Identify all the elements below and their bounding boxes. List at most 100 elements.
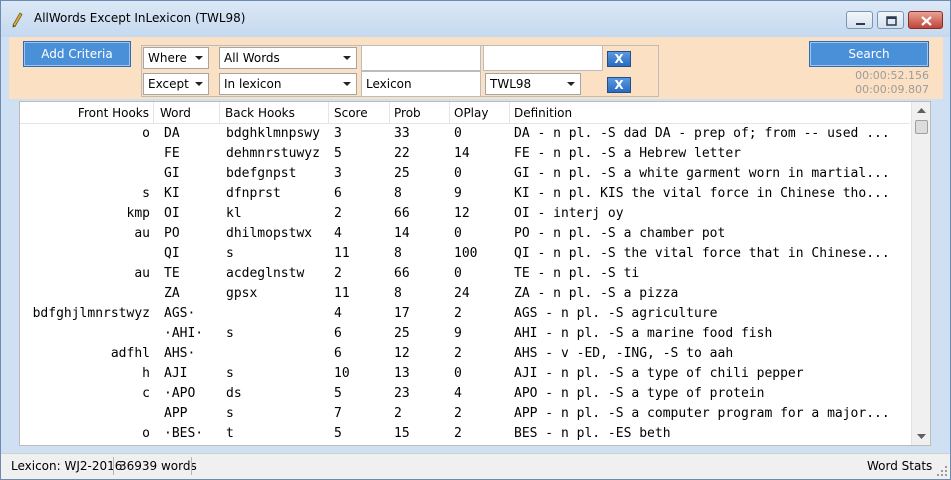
add-criteria-button[interactable]: Add Criteria xyxy=(23,41,131,67)
cell-oplay: 9 xyxy=(454,326,462,341)
cell-prob: 66 xyxy=(394,206,410,221)
table-row[interactable]: c ·APO ds 5 23 4 APO - n pl. -S a type of prot… xyxy=(20,384,910,404)
table-row[interactable]: o ·BES· t 5 15 2 BES - n pl. -ES beth xyxy=(20,424,910,444)
table-row[interactable]: ·AHI· s 6 25 9 AHI - n pl. -S a marine food f… xyxy=(20,324,910,344)
header-word[interactable]: Word xyxy=(156,102,220,124)
value1-input-2[interactable]: Lexicon xyxy=(361,71,481,97)
cell-word: FE xyxy=(164,146,180,161)
cell-score: 2 xyxy=(334,266,342,281)
cell-front-hooks: o xyxy=(142,426,150,441)
value1-input-1[interactable] xyxy=(361,45,481,71)
cell-definition: AHI - n pl. -S a marine food fish xyxy=(514,326,773,341)
scroll-down-icon[interactable] xyxy=(912,428,930,445)
cell-oplay: 24 xyxy=(454,286,470,301)
vertical-scrollbar[interactable] xyxy=(911,102,930,445)
cell-oplay: 12 xyxy=(454,206,470,221)
app-window: AllWords Except InLexicon (TWL98) Add Cr… xyxy=(0,0,951,480)
header-score[interactable]: Score xyxy=(330,102,390,124)
header-definition[interactable]: Definition xyxy=(510,102,910,124)
cell-word: GI xyxy=(164,166,180,181)
value1-input-2-value: Lexicon xyxy=(366,77,412,91)
cell-score: 4 xyxy=(334,226,342,241)
header-front-hooks[interactable]: Front Hooks xyxy=(20,102,154,124)
cell-word: ·BES· xyxy=(164,426,204,441)
clause-select-1[interactable]: Where xyxy=(143,47,209,69)
scroll-up-icon[interactable] xyxy=(912,102,930,119)
table-row[interactable]: ZA gpsx 11 8 24 ZA - n pl. -S a pizza xyxy=(20,284,910,304)
table-row[interactable]: QI s 11 8 100 QI - n pl. -S the vital force t… xyxy=(20,244,910,264)
cell-definition: APP - n pl. -S a computer program for a … xyxy=(514,406,890,421)
cell-prob: 8 xyxy=(394,246,402,261)
table-row[interactable]: h AJI s 10 13 0 AJI - n pl. -S a type of chili… xyxy=(20,364,910,384)
cell-prob: 13 xyxy=(394,366,410,381)
pencil-icon xyxy=(10,10,24,28)
remove-criteria-button-1[interactable]: X xyxy=(607,51,631,67)
header-oplay[interactable]: OPlay xyxy=(450,102,510,124)
word-stats-link[interactable]: Word Stats xyxy=(863,457,936,475)
cell-front-hooks: kmp xyxy=(126,206,150,221)
remove-criteria-button-2[interactable]: X xyxy=(607,77,631,93)
chevron-down-icon xyxy=(343,82,351,86)
cell-back-hooks: dhilmopstwx xyxy=(226,226,313,241)
cell-oplay: 0 xyxy=(454,226,462,241)
resize-grip-icon[interactable] xyxy=(936,465,948,477)
chevron-down-icon xyxy=(343,56,351,60)
timer-last: 00:00:09.807 xyxy=(855,83,929,96)
cell-prob: 25 xyxy=(394,166,410,181)
status-divider xyxy=(191,457,192,475)
cell-front-hooks: bdfghjlmnrstwyz xyxy=(32,306,150,321)
cell-back-hooks: acdeglnstw xyxy=(226,266,305,281)
cell-prob: 33 xyxy=(394,126,410,141)
field-select-2[interactable]: In lexicon xyxy=(219,73,357,95)
status-bar: Lexicon: WJ2-2016 36939 words Word Stats xyxy=(1,453,950,479)
cell-word: APP xyxy=(164,406,188,421)
cell-word: ZA xyxy=(164,286,180,301)
cell-definition: AHS - v -ED, -ING, -S to aah xyxy=(514,346,734,361)
table-row[interactable]: o DA bdghklmnpswy 3 33 0 DA - n pl. -S dad DA … xyxy=(20,124,910,144)
scroll-thumb[interactable] xyxy=(915,120,928,134)
cell-back-hooks: bdghklmnpswy xyxy=(226,126,320,141)
field-select-1-value: All Words xyxy=(224,51,280,65)
clause-select-1-value: Where xyxy=(148,51,187,65)
value2-input-1[interactable] xyxy=(483,45,603,71)
chevron-down-icon xyxy=(567,82,575,86)
cell-prob: 8 xyxy=(394,186,402,201)
table-row[interactable]: GI bdefgnpst 3 25 0 GI - n pl. -S a white gar… xyxy=(20,164,910,184)
header-back-hooks[interactable]: Back Hooks xyxy=(221,102,329,124)
cell-back-hooks: ds xyxy=(226,386,242,401)
minimize-button[interactable] xyxy=(846,11,873,29)
maximize-button[interactable] xyxy=(877,11,904,29)
table-row[interactable]: FE dehmnrstuwyz 5 22 14 FE - n pl. -S a Hebre… xyxy=(20,144,910,164)
cell-score: 3 xyxy=(334,126,342,141)
cell-oplay: 0 xyxy=(454,126,462,141)
table-row[interactable]: bdfghjlmnrstwyz AGS· 4 17 2 AGS - n pl. -S ag… xyxy=(20,304,910,324)
table-row[interactable]: au TE acdeglnstw 2 66 0 TE - n pl. -S ti xyxy=(20,264,910,284)
cell-score: 6 xyxy=(334,186,342,201)
close-button[interactable] xyxy=(908,11,943,29)
clause-select-2[interactable]: Except xyxy=(143,73,209,95)
cell-back-hooks: bdefgnpst xyxy=(226,166,297,181)
header-prob[interactable]: Prob xyxy=(390,102,450,124)
table-row[interactable]: adfhl AHS· 6 12 2 AHS - v -ED, -ING, -S to aa… xyxy=(20,344,910,364)
cell-front-hooks: o xyxy=(142,126,150,141)
cell-oplay: 4 xyxy=(454,386,462,401)
table-row[interactable]: kmp OI kl 2 66 12 OI - interj oy xyxy=(20,204,910,224)
table-row[interactable]: APP s 7 2 2 APP - n pl. -S a computer program… xyxy=(20,404,910,424)
title-bar[interactable]: AllWords Except InLexicon (TWL98) xyxy=(1,1,950,37)
table-row[interactable]: au PO dhilmopstwx 4 14 0 PO - n pl. -S a chamb… xyxy=(20,224,910,244)
chevron-down-icon xyxy=(195,56,203,60)
cell-definition: FE - n pl. -S a Hebrew letter xyxy=(514,146,741,161)
table-row[interactable]: s KI dfnprst 6 8 9 KI - n pl. KIS the vital fo… xyxy=(20,184,910,204)
field-select-1[interactable]: All Words xyxy=(219,47,357,69)
cell-oplay: 0 xyxy=(454,166,462,181)
lexicon-select[interactable]: TWL98 xyxy=(485,73,581,95)
cell-front-hooks: au xyxy=(134,266,150,281)
cell-word: ·APO xyxy=(164,386,196,401)
cell-prob: 66 xyxy=(394,266,410,281)
cell-oplay: 2 xyxy=(454,306,462,321)
cell-back-hooks: dehmnrstuwyz xyxy=(226,146,320,161)
cell-prob: 15 xyxy=(394,426,410,441)
results-grid[interactable]: Front Hooks Word Back Hooks Score Prob O… xyxy=(19,101,931,446)
search-button[interactable]: Search xyxy=(809,41,929,67)
timer-total: 00:00:52.156 xyxy=(855,69,929,82)
